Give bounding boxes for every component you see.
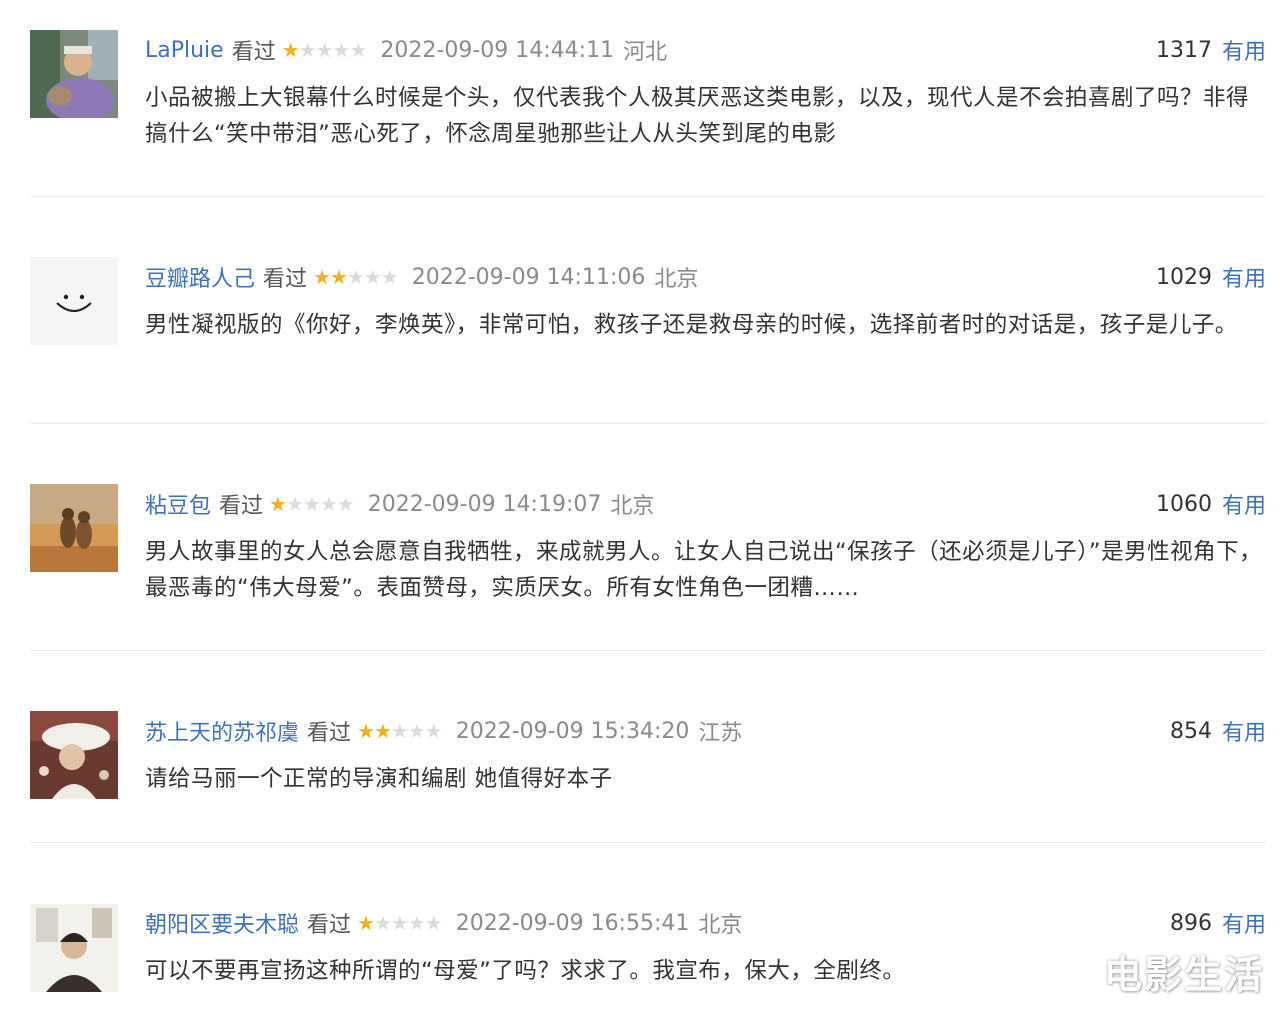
review-location: 河北: [623, 40, 668, 65]
star-empty-icon: ★: [380, 265, 399, 289]
review-time: 2022-09-09 14:44:11: [380, 37, 615, 63]
useful-button[interactable]: 有用: [1222, 715, 1266, 747]
review-location: 北京: [610, 494, 655, 519]
divider: [30, 650, 1266, 651]
star-empty-icon: ★: [302, 492, 321, 516]
star-empty-icon: ★: [373, 911, 392, 935]
star-filled-icon: ★: [313, 265, 331, 289]
user-avatar[interactable]: [30, 711, 118, 799]
star-filled-icon: ★: [373, 719, 392, 743]
review-text: 男人故事里的女人总会愿意自我牺牲，来成就男人。让女人自己说出“保孩子（还必须是儿…: [145, 539, 1263, 601]
user-avatar[interactable]: [30, 30, 118, 118]
star-empty-icon: ★: [363, 265, 382, 289]
star-empty-icon: ★: [346, 265, 365, 289]
star-empty-icon: ★: [390, 719, 409, 743]
review-time: 2022-09-09 15:34:20: [455, 718, 690, 744]
user-name-link[interactable]: 苏上天的苏祁虞: [145, 715, 299, 747]
divider: [30, 842, 1266, 843]
star-empty-icon: ★: [424, 719, 443, 743]
useful-count: 896: [1169, 910, 1212, 936]
review-location: 江苏: [698, 721, 743, 746]
watermark: 电影生活: [1103, 953, 1264, 997]
review-text: 男性凝视版的《你好，李焕英》，非常可怕，救孩子还是救母亲的时候，选择前者时的对话…: [145, 312, 1238, 338]
user-name-link[interactable]: 豆瓣路人己: [145, 261, 255, 293]
user-avatar[interactable]: [30, 257, 118, 345]
useful-vote[interactable]: 1060 有用: [1156, 487, 1266, 521]
review-location: 北京: [698, 913, 743, 938]
star-empty-icon: ★: [319, 492, 338, 516]
review-time: 2022-09-09 14:11:06: [411, 264, 646, 290]
avatar-image: [30, 484, 118, 572]
rating-stars: ★★★★★: [281, 38, 368, 62]
rating-stars: ★★★★★: [357, 719, 443, 743]
star-empty-icon: ★: [315, 38, 334, 62]
star-empty-icon: ★: [298, 38, 317, 62]
useful-vote[interactable]: 896 有用: [1170, 906, 1266, 940]
smiley-avatar-icon: [30, 257, 118, 345]
rating-stars: ★★★★★: [357, 911, 443, 935]
useful-vote[interactable]: 1029 有用: [1156, 260, 1266, 294]
star-empty-icon: ★: [424, 911, 443, 935]
review-text: 可以不要再宣扬这种所谓的“母爱”了吗？求求了。我宣布，保大，全剧终。: [145, 958, 906, 984]
user-avatar[interactable]: [30, 484, 118, 572]
star-empty-icon: ★: [390, 911, 409, 935]
avatar-image: [30, 30, 118, 118]
useful-vote[interactable]: 1317 有用: [1156, 33, 1266, 67]
useful-button[interactable]: 有用: [1222, 488, 1266, 520]
review-location: 北京: [654, 267, 699, 292]
avatar-image: [30, 711, 118, 799]
useful-button[interactable]: 有用: [1222, 907, 1266, 939]
star-filled-icon: ★: [329, 265, 348, 289]
watched-status: 看过: [307, 913, 352, 938]
review-text: 请给马丽一个正常的导演和编剧 她值得好本子: [145, 766, 613, 792]
watched-status: 看过: [231, 40, 276, 65]
star-empty-icon: ★: [407, 719, 426, 743]
star-filled-icon: ★: [357, 719, 375, 743]
star-filled-icon: ★: [357, 911, 375, 935]
review-time: 2022-09-09 16:55:41: [455, 910, 690, 936]
useful-vote[interactable]: 854 有用: [1170, 714, 1266, 748]
star-empty-icon: ★: [332, 38, 351, 62]
review-text: 小品被搬上大银幕什么时候是个头，仅代表我个人极其厌恶这类电影，以及，现代人是不会…: [145, 85, 1250, 147]
review-time: 2022-09-09 14:19:07: [367, 491, 602, 517]
useful-button[interactable]: 有用: [1222, 261, 1266, 293]
star-empty-icon: ★: [407, 911, 426, 935]
star-filled-icon: ★: [269, 492, 287, 516]
user-name-link[interactable]: 粘豆包: [145, 488, 211, 520]
useful-button[interactable]: 有用: [1222, 34, 1266, 66]
watched-status: 看过: [219, 494, 264, 519]
star-empty-icon: ★: [349, 38, 367, 62]
rating-stars: ★★★★★: [269, 492, 355, 516]
rating-stars: ★★★★★: [313, 265, 399, 289]
watched-status: 看过: [307, 721, 352, 746]
useful-count: 1060: [1155, 491, 1212, 517]
divider: [30, 423, 1266, 424]
user-name-link[interactable]: LaPluie: [145, 38, 224, 63]
useful-count: 854: [1169, 718, 1212, 744]
star-empty-icon: ★: [336, 492, 355, 516]
user-avatar[interactable]: [30, 904, 118, 992]
user-name-link[interactable]: 朝阳区要夫木聪: [145, 907, 299, 939]
star-empty-icon: ★: [285, 492, 304, 516]
star-filled-icon: ★: [281, 38, 300, 62]
divider: [30, 196, 1266, 197]
avatar-image: [30, 904, 118, 992]
useful-count: 1317: [1155, 37, 1212, 63]
useful-count: 1029: [1155, 264, 1212, 290]
watched-status: 看过: [263, 267, 308, 292]
